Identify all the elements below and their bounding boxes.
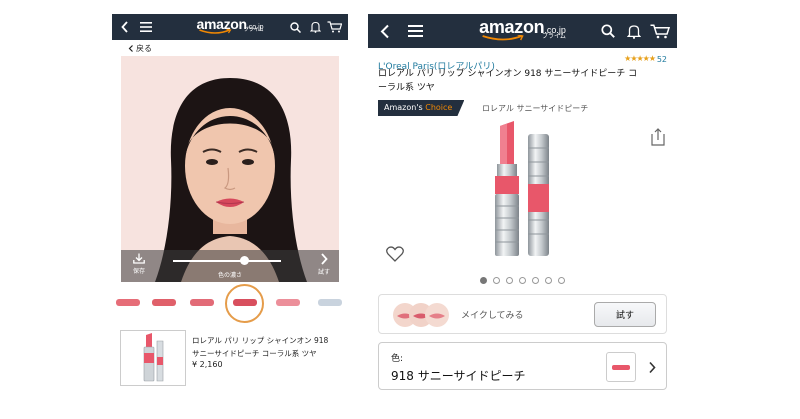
lipstick-thumbnail-image <box>143 333 164 382</box>
carousel-dot[interactable] <box>545 277 552 284</box>
product-card[interactable]: ロレアル パリ リップ シャインオン 918 サニーサイドピーチ コーラル系 ツ… <box>120 330 340 390</box>
lipstick-product-image <box>495 121 549 256</box>
logo-smile-icon <box>481 35 524 41</box>
menu-icon[interactable] <box>406 14 424 48</box>
carousel-dot[interactable] <box>532 277 539 284</box>
back-link[interactable]: 戻る <box>112 40 348 56</box>
cart-icon[interactable] <box>649 14 671 48</box>
amazons-choice-badge: Amazon's Choice <box>378 100 465 116</box>
amazon-logo[interactable]: amazon.co.jp プライム <box>479 17 566 41</box>
choice-keyword: ロレアル サニーサイドピーチ <box>482 104 589 113</box>
share-icon[interactable] <box>651 128 665 150</box>
carousel-dot[interactable] <box>493 277 500 284</box>
try-label: 試す <box>317 269 330 276</box>
choice-accent: Choice <box>425 103 453 112</box>
star-rating[interactable]: ★★★★★ <box>624 54 656 63</box>
heart-icon[interactable] <box>386 246 404 266</box>
intensity-slider-track[interactable] <box>173 260 281 262</box>
brand-rating-row: L'Oreal Paris(ロレアルパリ) ★★★★★ 52 <box>368 48 677 72</box>
carousel-dot[interactable] <box>519 277 526 284</box>
back-arrow-icon <box>128 44 133 52</box>
menu-icon[interactable] <box>138 14 154 40</box>
notification-bell-icon[interactable] <box>625 14 643 48</box>
product-price: ¥ 2,160 <box>192 360 223 369</box>
shade-swatch[interactable] <box>152 299 176 306</box>
product-title-line2: サニーサイドピーチ コーラル系 ツヤ <box>192 349 317 358</box>
product-title-line2: ーラル系 ツヤ <box>378 83 435 93</box>
carousel-dot[interactable] <box>480 277 487 284</box>
rating-count[interactable]: 52 <box>657 55 667 64</box>
color-key-label: 色: <box>391 354 404 364</box>
shade-swatch[interactable] <box>116 299 140 306</box>
color-swatch <box>606 352 636 382</box>
top-nav-bar: amazon.co.jp プライム <box>368 14 677 48</box>
carousel-dot[interactable] <box>558 277 565 284</box>
virtual-makeup-panel: メイクしてみる 試す <box>378 294 667 334</box>
makeup-control-bar: 保存 色の濃さ 試す <box>121 250 339 282</box>
carousel-page-dots <box>368 277 677 284</box>
chevron-right-icon <box>648 359 656 378</box>
chevron-right-icon <box>321 253 328 265</box>
product-image-carousel[interactable] <box>368 118 677 288</box>
left-phone-screen: amazon.co.jp プライム 戻る 保存 色の濃さ 試す ロレアル パリ … <box>112 14 348 410</box>
back-chevron-icon[interactable] <box>118 14 132 40</box>
model-portrait-image <box>155 78 307 282</box>
top-nav-bar: amazon.co.jp プライム <box>112 14 348 40</box>
choice-prefix: Amazon's <box>384 103 423 112</box>
intensity-slider-knob[interactable] <box>240 256 250 265</box>
logo-word: amazon <box>479 17 545 37</box>
brand-link[interactable]: L'Oreal Paris(ロレアルパリ) <box>378 62 495 72</box>
logo-smile-icon <box>199 29 232 34</box>
lip-samples-image <box>393 303 449 327</box>
carousel-dot[interactable] <box>506 277 513 284</box>
notification-bell-icon[interactable] <box>308 14 322 40</box>
intensity-label: 色の濃さ <box>217 272 242 279</box>
shade-swatch[interactable] <box>318 299 342 306</box>
shade-swatch-selected[interactable] <box>233 299 257 306</box>
try-makeup-button[interactable]: 試す <box>594 302 656 327</box>
makeup-label: メイクしてみる <box>461 311 524 321</box>
cart-icon[interactable] <box>325 14 343 40</box>
logo-sub: プライム <box>541 33 566 40</box>
search-icon[interactable] <box>599 14 617 48</box>
logo-sub: プライム <box>243 27 264 33</box>
back-chevron-icon[interactable] <box>378 14 392 48</box>
search-icon[interactable] <box>288 14 302 40</box>
color-selector[interactable]: 色: 918 サニーサイドピーチ <box>378 342 667 390</box>
virtual-makeup-photo: 保存 色の濃さ 試す <box>121 56 339 282</box>
shade-swatch-row <box>112 282 348 326</box>
product-title-line1: ロレアル パリ リップ シャインオン 918 <box>192 336 329 345</box>
color-value: 918 サニーサイドピーチ <box>391 369 526 383</box>
amazon-logo[interactable]: amazon.co.jp プライム <box>196 16 264 34</box>
shade-swatch[interactable] <box>190 299 214 306</box>
back-label: 戻る <box>136 43 152 53</box>
try-next-button[interactable]: 試す <box>313 253 335 276</box>
right-phone-screen: amazon.co.jp プライム L'Oreal Paris(ロレアルパリ) … <box>368 14 677 410</box>
shade-swatch[interactable] <box>276 299 300 306</box>
product-thumbnail <box>120 330 186 386</box>
amazons-choice-row: Amazon's Choice ロレアル サニーサイドピーチ <box>378 100 677 118</box>
download-icon <box>133 253 145 264</box>
